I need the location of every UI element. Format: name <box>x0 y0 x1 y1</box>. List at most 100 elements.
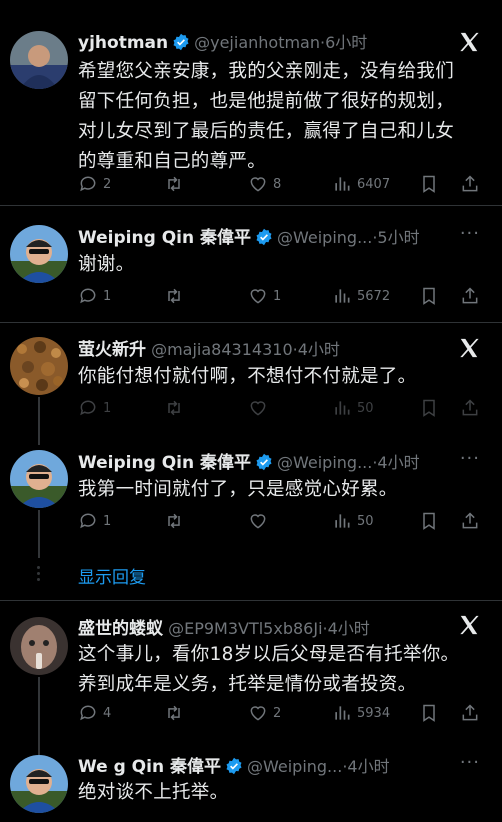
reply-button[interactable]: 1 <box>78 509 111 533</box>
verified-badge-icon <box>256 453 272 471</box>
user-handle[interactable]: @yejianhotman <box>194 33 320 52</box>
views-button[interactable]: 5934 <box>332 701 390 725</box>
tweet-text-line: 绝对谈不上托举。 <box>78 782 229 803</box>
retweet-button[interactable] <box>164 396 184 420</box>
bookmark-button[interactable] <box>419 396 439 420</box>
views-chart-icon <box>335 177 350 191</box>
like-count: 2 <box>273 705 282 721</box>
avatar[interactable] <box>10 31 68 89</box>
x-logo-icon[interactable] <box>458 31 480 53</box>
share-icon <box>462 175 478 192</box>
avatar[interactable] <box>10 617 68 675</box>
reply-button[interactable]: 4 <box>78 701 111 725</box>
views-chart-icon <box>335 514 350 528</box>
bookmark-icon <box>423 512 435 530</box>
share-button[interactable] <box>460 284 480 308</box>
tweet-text: 你能付想付就付啊，不想付不付就是了。 <box>78 362 482 392</box>
user-handle[interactable]: @Weiping... <box>277 228 372 247</box>
x-logo-icon[interactable] <box>458 614 480 636</box>
timestamp[interactable]: 4小时 <box>377 453 419 472</box>
timestamp[interactable]: 5小时 <box>377 228 419 247</box>
display-name[interactable]: yjhotman <box>78 33 168 53</box>
avatar[interactable] <box>10 225 68 283</box>
avatar[interactable] <box>10 755 68 813</box>
bookmark-button[interactable] <box>419 284 439 308</box>
like-button[interactable]: 2 <box>248 701 281 725</box>
bookmark-icon <box>423 287 435 305</box>
tweet-text-line: 你能付想付就付啊，不想付不付就是了。 <box>78 366 417 387</box>
retweet-button[interactable] <box>164 284 189 308</box>
share-button[interactable] <box>460 172 480 196</box>
views-button[interactable]: 5672 <box>332 284 390 308</box>
timestamp[interactable]: 4小时 <box>328 619 370 638</box>
retweet-icon <box>168 400 180 416</box>
like-button[interactable] <box>248 396 268 420</box>
heart-icon <box>250 177 266 192</box>
tweet-text: 谢谢。 <box>78 250 482 280</box>
tweet-text-line: 我第一时间就付了，只是感觉心好累。 <box>78 479 398 500</box>
display-name[interactable]: Weiping Qin 秦偉平 <box>78 228 251 248</box>
show-replies-link[interactable]: 显示回复 <box>78 563 146 588</box>
reply-button[interactable]: 1 <box>78 396 111 420</box>
reply-count: 1 <box>103 288 112 304</box>
views-chart-icon <box>335 706 350 720</box>
reply-count: 2 <box>103 176 112 192</box>
heart-icon <box>250 289 266 304</box>
view-count: 50 <box>357 400 374 416</box>
more-options-icon[interactable]: ··· <box>460 223 480 244</box>
reply-button[interactable]: 2 <box>78 172 111 196</box>
reply-button[interactable]: 1 <box>78 284 111 308</box>
share-button[interactable] <box>460 509 480 533</box>
views-button[interactable]: 50 <box>332 509 374 533</box>
tweet-actions: 1 50 <box>78 509 480 533</box>
x-logo-icon[interactable] <box>458 337 480 359</box>
like-button[interactable]: 1 <box>248 284 281 308</box>
tweet-text-line: 养到成年是义务，托举是情份或者投资。 <box>78 674 417 695</box>
like-button[interactable]: 8 <box>248 172 281 196</box>
bookmark-button[interactable] <box>419 509 439 533</box>
thread-line <box>38 397 40 445</box>
views-button[interactable]: 50 <box>332 396 374 420</box>
views-button[interactable]: 6407 <box>332 172 390 196</box>
avatar[interactable] <box>10 450 68 508</box>
display-name[interactable]: 萤火新升 <box>78 340 146 360</box>
bookmark-button[interactable] <box>419 172 439 196</box>
timestamp[interactable]: 6小时 <box>325 33 367 52</box>
retweet-icon <box>168 288 180 304</box>
user-handle[interactable]: @majia84314310 <box>151 340 293 359</box>
tweet-text-line: 留下任何负担，也是他提前做了很好的规划， <box>78 91 455 112</box>
more-options-icon[interactable]: ··· <box>460 448 480 469</box>
display-name[interactable]: 盛世的蝼蚁 <box>78 619 163 639</box>
divider <box>0 205 502 206</box>
reply-icon <box>80 513 96 529</box>
more-options-icon[interactable]: ··· <box>460 752 480 773</box>
avatar[interactable] <box>10 337 68 395</box>
share-button[interactable] <box>460 701 480 725</box>
user-handle[interactable]: @EP9M3VTl5xb86Ji <box>168 619 322 638</box>
bookmark-icon <box>423 175 435 193</box>
tweet-text: 这个事儿，看你18岁以后父母是否有托举你。 养到成年是义务，托举是情份或者投资。 <box>78 640 482 700</box>
retweet-button[interactable] <box>164 701 184 725</box>
timestamp[interactable]: 4小时 <box>298 340 340 359</box>
divider <box>0 322 502 323</box>
display-name[interactable]: Weiping Qin 秦偉平 <box>78 453 251 473</box>
user-handle[interactable]: @Weiping... <box>277 453 372 472</box>
thread-line <box>38 677 40 755</box>
timestamp[interactable]: 4小时 <box>347 757 389 776</box>
user-handle[interactable]: @Weiping... <box>247 757 342 776</box>
tweet-actions: 1 50 <box>78 396 480 420</box>
like-button[interactable] <box>248 509 268 533</box>
verified-badge-icon <box>173 33 189 51</box>
reply-icon <box>80 400 96 416</box>
display-name[interactable]: We g Qin 秦偉平 <box>78 757 221 777</box>
view-count: 5672 <box>357 288 391 304</box>
retweet-button[interactable] <box>164 172 189 196</box>
share-button[interactable] <box>460 396 480 420</box>
retweet-button[interactable] <box>164 509 184 533</box>
thread-line <box>38 510 40 558</box>
view-count: 50 <box>357 513 374 529</box>
tweet-text-line: 对儿女尽到了最后的责任，赢得了自己和儿女 <box>78 121 455 142</box>
share-icon <box>462 512 478 529</box>
bookmark-button[interactable] <box>419 701 439 725</box>
tweet-text-line: 这个事儿，看你18岁以后父母是否有托举你。 <box>78 644 460 665</box>
